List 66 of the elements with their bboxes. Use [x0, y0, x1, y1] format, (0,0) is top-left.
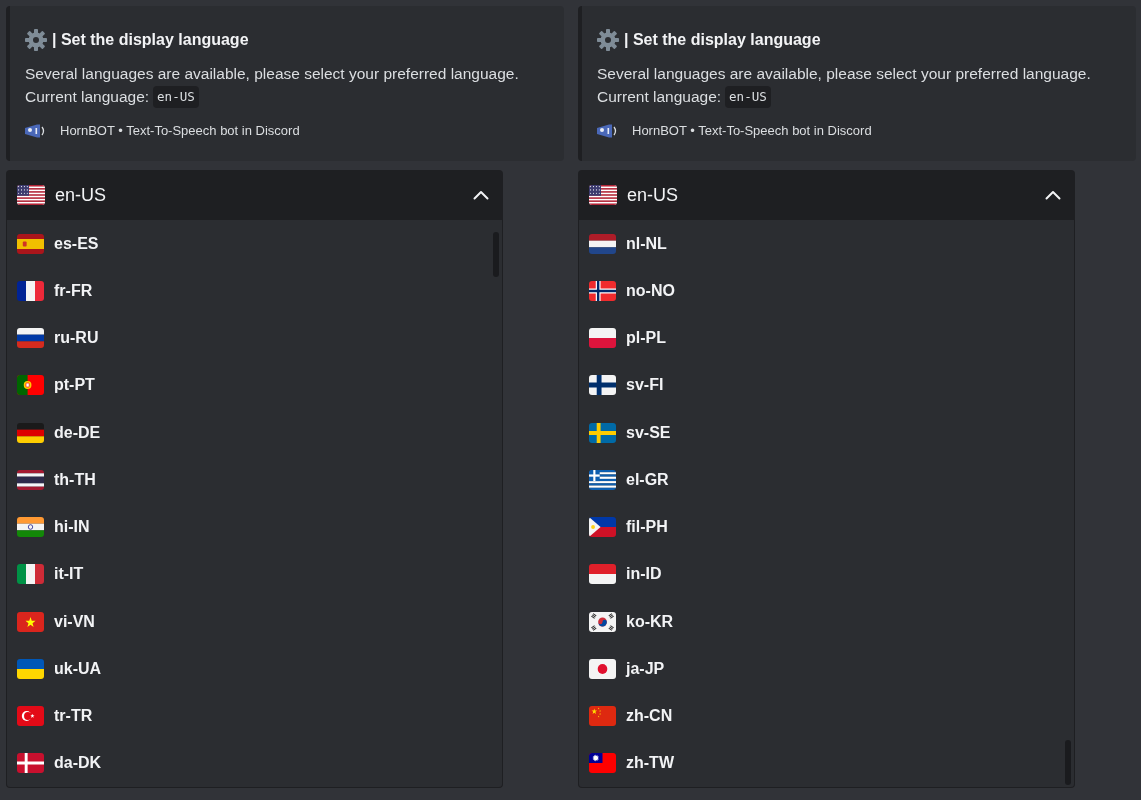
russia-flag-icon	[17, 328, 44, 349]
language-option[interactable]: tr-TR	[7, 692, 502, 740]
greece-flag-icon	[589, 469, 616, 490]
language-option[interactable]: uk-UA	[7, 645, 502, 693]
poland-flag-icon	[589, 328, 616, 349]
language-option[interactable]: in-ID	[579, 550, 1074, 598]
language-select[interactable]: en-US	[6, 170, 503, 220]
sweden-flag-icon	[589, 422, 616, 443]
language-option[interactable]: pl-PL	[579, 314, 1074, 362]
footer-text: HornBOT • Text-To-Speech bot in Discord	[60, 122, 300, 140]
language-option[interactable]: zh-CN	[579, 692, 1074, 740]
germany-flag-icon	[17, 422, 44, 443]
philippines-flag-icon	[589, 517, 616, 538]
japan-flag-icon	[589, 658, 616, 679]
indonesia-flag-icon	[589, 564, 616, 585]
embed-title: | Set the display language	[52, 30, 249, 50]
usa-flag-icon	[17, 185, 45, 205]
norway-flag-icon	[589, 280, 616, 301]
gear-icon	[597, 29, 619, 51]
language-code: en-US	[153, 85, 199, 108]
language-option[interactable]: ru-RU	[7, 314, 502, 362]
taiwan-flag-icon	[589, 753, 616, 774]
language-option[interactable]: zh-TW	[579, 739, 1074, 787]
india-flag-icon	[17, 517, 44, 538]
speaker-icon	[597, 124, 618, 138]
finland-flag-icon	[589, 375, 616, 396]
language-option[interactable]: ja-JP	[579, 645, 1074, 693]
language-select[interactable]: en-US	[578, 170, 1075, 220]
language-option[interactable]: hi-IN	[7, 503, 502, 551]
language-option[interactable]: el-GR	[579, 456, 1074, 504]
language-option[interactable]: th-TH	[7, 456, 502, 504]
language-option[interactable]: no-NO	[579, 267, 1074, 315]
language-option[interactable]: pt-PT	[7, 361, 502, 409]
china-flag-icon	[589, 706, 616, 727]
portugal-flag-icon	[17, 375, 44, 396]
embed-title: | Set the display language	[624, 30, 821, 50]
gear-icon	[25, 29, 47, 51]
footer-text: HornBOT • Text-To-Speech bot in Discord	[632, 122, 872, 140]
embed-description: Several languages are available, please select your preferred language.	[597, 64, 1092, 84]
language-option[interactable]: it-IT	[7, 550, 502, 598]
thailand-flag-icon	[17, 469, 44, 490]
speaker-icon	[25, 124, 46, 138]
language-option[interactable]: ko-KR	[579, 598, 1074, 646]
ukraine-flag-icon	[17, 658, 44, 679]
language-code: en-US	[725, 85, 771, 108]
current-language-label: Current language:	[25, 87, 150, 107]
turkey-flag-icon	[17, 706, 44, 727]
france-flag-icon	[17, 280, 44, 301]
language-option[interactable]: nl-NL	[579, 220, 1074, 268]
netherlands-flag-icon	[589, 233, 616, 254]
language-option[interactable]: de-DE	[7, 409, 502, 457]
language-option[interactable]: fil-PH	[579, 503, 1074, 551]
denmark-flag-icon	[17, 753, 44, 774]
vietnam-flag-icon	[17, 611, 44, 632]
language-option[interactable]: sv-FI	[579, 361, 1074, 409]
language-option[interactable]: fr-FR	[7, 267, 502, 315]
language-option[interactable]: es-ES	[7, 220, 502, 268]
spain-flag-icon	[17, 233, 44, 254]
current-language-label: Current language:	[597, 87, 722, 107]
usa-flag-icon	[589, 185, 617, 205]
italy-flag-icon	[17, 564, 44, 585]
language-option[interactable]: vi-VN	[7, 598, 502, 646]
language-option[interactable]: da-DK	[7, 739, 502, 787]
korea-flag-icon	[589, 611, 616, 632]
language-option[interactable]: sv-SE	[579, 409, 1074, 457]
embed-description: Several languages are available, please select your preferred language.	[25, 64, 520, 84]
